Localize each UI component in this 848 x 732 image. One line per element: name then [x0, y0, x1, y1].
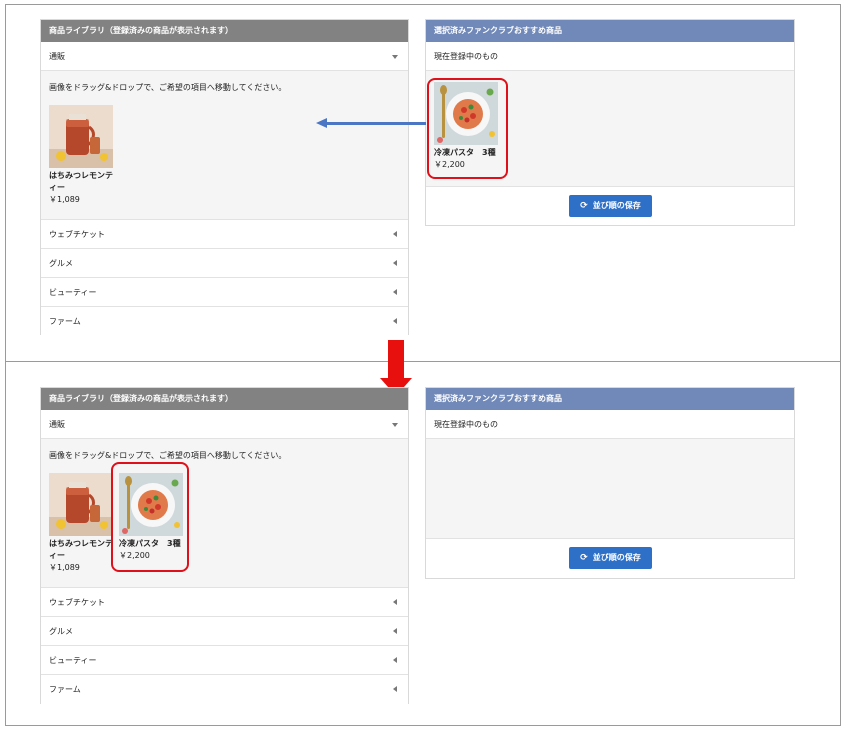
category-row-webticket[interactable]: ウェブチケット [41, 220, 408, 249]
product-card-tea[interactable]: はちみつレモンティー ￥1,089 [49, 105, 115, 206]
caret-down-icon [392, 423, 398, 427]
refresh-icon: ⟳ [580, 553, 588, 563]
recommended-subheader: 現在登録中のもの [426, 42, 794, 71]
step-divider [5, 361, 841, 362]
category-row-beauty[interactable]: ビューティー [41, 646, 408, 675]
category-label: グルメ [49, 259, 73, 268]
caret-left-icon [393, 686, 397, 692]
recommended-subheader: 現在登録中のもの [426, 410, 794, 439]
recommended-footer: ⟳ 並び順の保存 [426, 539, 794, 577]
category-tsuhan-body: 画像をドラッグ&ドロップで、ご希望の項目へ移動してください。 はちみつレモンティ… [41, 439, 408, 588]
product-card-tea[interactable]: はちみつレモンティー ￥1,089 [49, 473, 115, 574]
recommended-dropzone[interactable] [426, 439, 794, 539]
drag-instruction: 画像をドラッグ&ドロップで、ご希望の項目へ移動してください。 [49, 451, 287, 460]
highlight-box-pasta-before [427, 78, 508, 179]
category-label: ビューティー [49, 288, 97, 297]
category-tsuhan-row[interactable]: 通販 [41, 42, 408, 71]
product-name: はちみつレモンティー [49, 171, 113, 192]
caret-left-icon [393, 599, 397, 605]
highlight-box-pasta-after [111, 462, 189, 572]
product-image-tea[interactable] [49, 105, 113, 168]
save-order-label: 並び順の保存 [592, 201, 641, 210]
caret-left-icon [393, 318, 397, 324]
category-row-farm[interactable]: ファーム [41, 675, 408, 704]
product-price: ￥1,089 [49, 563, 80, 572]
caret-down-icon [392, 55, 398, 59]
drag-arrow-line [326, 122, 426, 125]
category-label: 通販 [49, 420, 65, 429]
category-tsuhan-row[interactable]: 通販 [41, 410, 408, 439]
caret-left-icon [393, 657, 397, 663]
category-label: ビューティー [49, 656, 97, 665]
drag-arrow-head-icon [316, 118, 327, 128]
category-label: ファーム [49, 317, 81, 326]
category-label: 通販 [49, 52, 65, 61]
product-image-tea[interactable] [49, 473, 113, 536]
category-row-gourmet[interactable]: グルメ [41, 249, 408, 278]
product-library-panel-after: 商品ライブラリ（登録済みの商品が表示されます） 通販 画像をドラッグ&ドロップで… [40, 387, 409, 704]
recommended-header: 選択済みファンクラブおすすめ商品 [426, 20, 794, 42]
recommended-panel-after: 選択済みファンクラブおすすめ商品 現在登録中のもの ⟳ 並び順の保存 [425, 387, 795, 579]
category-row-farm[interactable]: ファーム [41, 307, 408, 336]
refresh-icon: ⟳ [580, 201, 588, 211]
drag-instruction: 画像をドラッグ&ドロップで、ご希望の項目へ移動してください。 [49, 83, 287, 92]
category-label: ファーム [49, 685, 81, 694]
category-tsuhan-body: 画像をドラッグ&ドロップで、ご希望の項目へ移動してください。 はちみつレモンティ… [41, 71, 408, 220]
save-order-button[interactable]: ⟳ 並び順の保存 [569, 547, 652, 569]
product-library-panel-before: 商品ライブラリ（登録済みの商品が表示されます） 通販 画像をドラッグ&ドロップで… [40, 19, 409, 336]
category-row-webticket[interactable]: ウェブチケット [41, 588, 408, 617]
caret-left-icon [393, 628, 397, 634]
category-row-beauty[interactable]: ビューティー [41, 278, 408, 307]
category-row-gourmet[interactable]: グルメ [41, 617, 408, 646]
step-arrow-shaft [388, 340, 404, 378]
recommended-header: 選択済みファンクラブおすすめ商品 [426, 388, 794, 410]
save-order-button[interactable]: ⟳ 並び順の保存 [569, 195, 652, 217]
save-order-label: 並び順の保存 [592, 553, 641, 562]
category-label: グルメ [49, 627, 73, 636]
caret-left-icon [393, 231, 397, 237]
product-price: ￥1,089 [49, 195, 80, 204]
caret-left-icon [393, 260, 397, 266]
library-header: 商品ライブラリ（登録済みの商品が表示されます） [41, 20, 408, 42]
category-label: ウェブチケット [49, 230, 105, 239]
product-name: はちみつレモンティー [49, 539, 113, 560]
category-label: ウェブチケット [49, 598, 105, 607]
caret-left-icon [393, 289, 397, 295]
recommended-footer: ⟳ 並び順の保存 [426, 187, 794, 225]
library-header: 商品ライブラリ（登録済みの商品が表示されます） [41, 388, 408, 410]
